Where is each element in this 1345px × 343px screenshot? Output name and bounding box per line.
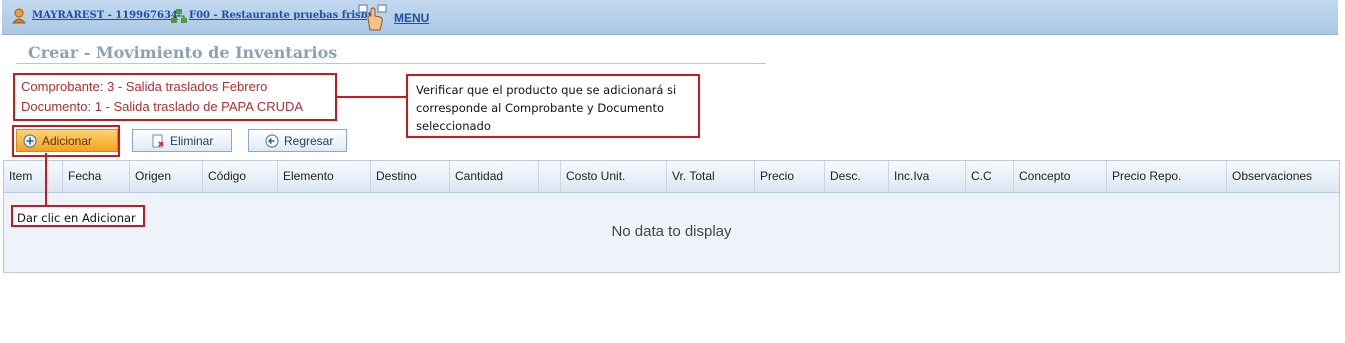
- user-icon: [11, 8, 27, 28]
- column-header[interactable]: Desc.: [824, 161, 888, 192]
- page-title: Crear - Movimiento de Inventarios: [28, 43, 338, 62]
- back-button[interactable]: Regresar: [248, 129, 347, 152]
- column-header[interactable]: Inc.Iva: [888, 161, 965, 192]
- back-button-label: Regresar: [284, 133, 334, 148]
- column-header[interactable]: Código: [202, 161, 277, 192]
- click-annotation-connector: [45, 153, 47, 205]
- column-header[interactable]: Elemento: [277, 161, 370, 192]
- column-header[interactable]: Vr. Total: [666, 161, 754, 192]
- verify-note-text: Verificar que el producto que se adicion…: [416, 83, 677, 133]
- column-header[interactable]: Costo Unit.: [560, 161, 666, 192]
- column-header[interactable]: [538, 161, 560, 192]
- verify-annotation: Verificar que el producto que se adicion…: [406, 74, 700, 138]
- click-annotation: Dar clic en Adicionar: [11, 205, 145, 227]
- documento-label: Documento: 1 - Salida traslado de PAPA C…: [21, 99, 304, 114]
- delete-button-label: Eliminar: [170, 133, 214, 148]
- column-header[interactable]: Cantidad: [449, 161, 538, 192]
- network-icon: [171, 8, 187, 28]
- column-header[interactable]: Origen: [129, 161, 202, 192]
- inventory-grid[interactable]: Item Fecha Origen Código Elemento Destin…: [3, 160, 1340, 273]
- column-header[interactable]: Precio Repo.: [1106, 161, 1226, 192]
- column-header[interactable]: Concepto: [1013, 161, 1106, 192]
- annotation-connector: [335, 96, 406, 98]
- menu-link[interactable]: MENU: [394, 11, 429, 25]
- back-arrow-icon: [265, 134, 279, 148]
- empty-grid-message: No data to display: [611, 223, 732, 240]
- column-header[interactable]: Item: [4, 161, 62, 192]
- comprobante-label: Comprobante: 3 - Salida traslados Febrer…: [21, 79, 268, 94]
- hand-pointer-icon[interactable]: [358, 4, 390, 36]
- column-header[interactable]: Destino: [370, 161, 449, 192]
- add-button-highlight: [12, 125, 120, 157]
- column-header[interactable]: Fecha: [62, 161, 129, 192]
- column-header[interactable]: C.C: [965, 161, 1013, 192]
- grid-header: Item Fecha Origen Código Elemento Destin…: [4, 161, 1339, 193]
- delete-document-icon: [151, 134, 165, 148]
- title-divider: [16, 63, 766, 64]
- user-link[interactable]: MAYRAREST - 119967634: [32, 10, 178, 21]
- document-info-box: Comprobante: 3 - Salida traslados Febrer…: [13, 73, 337, 121]
- delete-button[interactable]: Eliminar: [132, 129, 232, 152]
- top-bar: MAYRAREST - 119967634 F00 - Restaurante …: [2, 0, 1338, 35]
- store-link[interactable]: F00 - Restaurante pruebas frisby: [189, 10, 374, 21]
- column-header[interactable]: Precio: [754, 161, 824, 192]
- column-header[interactable]: Observaciones: [1226, 161, 1339, 192]
